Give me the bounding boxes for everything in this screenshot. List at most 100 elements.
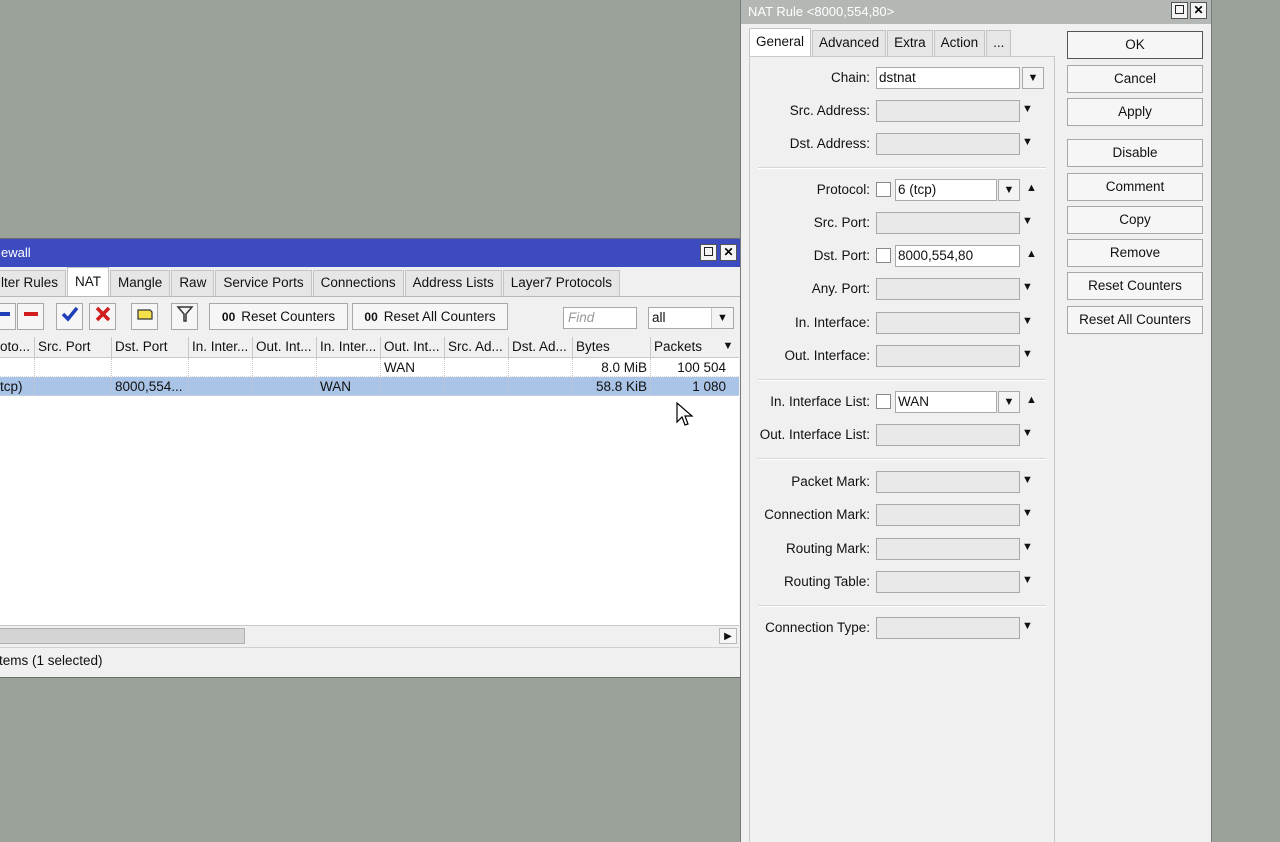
tab-filter-rules[interactable]: lter Rules [0,270,67,296]
ok-button[interactable]: OK [1067,31,1203,59]
dst-port-collapse-icon[interactable]: ▲ [1026,248,1037,260]
disable-button[interactable]: Disable [1067,139,1203,167]
any-port-input[interactable] [876,278,1020,300]
chain-dropdown-icon[interactable]: ▼ [1022,67,1044,89]
table-header: oto... Src. Port Dst. Port In. Inter... … [0,337,739,358]
add-button[interactable] [0,303,16,330]
col-header-in-interface[interactable]: In. Inter... [189,337,253,357]
table-row[interactable]: WAN 8.0 MiB 100 504 [0,358,739,377]
out-interface-list-dropdown-icon[interactable]: ▼ [1022,427,1033,439]
comment-button[interactable]: Comment [1067,173,1203,201]
src-port-dropdown-icon[interactable]: ▼ [1022,215,1033,227]
column-menu-icon[interactable]: ▼ [717,337,739,357]
col-header-bytes[interactable]: Bytes [573,337,651,357]
col-header-src-address[interactable]: Src. Ad... [445,337,509,357]
src-address-dropdown-icon[interactable]: ▼ [1022,103,1033,115]
col-header-out-interface-list[interactable]: Out. Int... [381,337,445,357]
tab-raw[interactable]: Raw [171,270,215,296]
close-icon[interactable]: ✕ [720,244,737,261]
field-connection-type: Connection Type: ▼ [750,617,1056,641]
packet-mark-dropdown-icon[interactable]: ▼ [1022,474,1033,486]
filter-select[interactable]: all ▼ [648,307,734,329]
connection-type-select[interactable] [876,617,1020,639]
tab-action[interactable]: Action [933,30,986,56]
nat-rule-titlebar[interactable]: NAT Rule <8000,554,80> ✕ [741,0,1211,24]
reset-counters-button[interactable]: Reset Counters [1067,272,1203,300]
tab-mangle[interactable]: Mangle [110,270,171,296]
routing-mark-dropdown-icon[interactable]: ▼ [1022,541,1033,553]
src-address-input[interactable] [876,100,1020,122]
connection-mark-select[interactable] [876,504,1020,526]
counter-icon: 00 [221,310,236,324]
disable-button[interactable] [89,303,116,330]
copy-button[interactable]: Copy [1067,206,1203,234]
tab-connections[interactable]: Connections [312,270,404,296]
filter-button[interactable] [171,303,198,330]
in-interface-dropdown-icon[interactable]: ▼ [1022,315,1033,327]
out-interface-list-select[interactable] [876,424,1020,446]
remove-button[interactable] [17,303,44,330]
col-header-protocol[interactable]: oto... [0,337,35,357]
in-interface-list-dropdown-icon[interactable]: ▼ [998,391,1020,413]
maximize-icon[interactable] [700,244,717,261]
col-header-in-interface-list[interactable]: In. Inter... [317,337,381,357]
tab-general[interactable]: General [749,28,812,56]
reset-all-counters-button[interactable]: 00 Reset All Counters [352,303,508,330]
routing-table-dropdown-icon[interactable]: ▼ [1022,574,1033,586]
tab-extra[interactable]: Extra [887,30,933,56]
dropdown-arrow-icon[interactable]: ▼ [711,308,733,328]
routing-table-select[interactable] [876,571,1020,593]
cancel-button[interactable]: Cancel [1067,65,1203,93]
packet-mark-select[interactable] [876,471,1020,493]
chain-select[interactable]: dstnat [876,67,1020,89]
tab-more[interactable]: ... [986,30,1012,56]
col-header-packets[interactable]: Packets [651,337,717,357]
protocol-collapse-icon[interactable]: ▲ [1026,182,1037,194]
mouse-cursor-icon [676,402,694,426]
find-input[interactable]: Find [563,307,637,329]
in-interface-list-collapse-icon[interactable]: ▲ [1026,394,1037,406]
connection-type-dropdown-icon[interactable]: ▼ [1022,620,1033,632]
remove-button[interactable]: Remove [1067,239,1203,267]
dst-address-input[interactable] [876,133,1020,155]
src-port-input[interactable] [876,212,1020,234]
col-header-dst-address[interactable]: Dst. Ad... [509,337,573,357]
reset-counters-button[interactable]: 00 Reset Counters [209,303,348,330]
horizontal-scrollbar[interactable]: ▶ [0,625,739,645]
apply-button[interactable]: Apply [1067,98,1203,126]
close-icon[interactable]: ✕ [1190,2,1207,19]
enable-button[interactable] [56,303,83,330]
field-src-port: Src. Port: ▼ [750,212,1056,236]
protocol-invert-checkbox[interactable] [876,182,891,197]
tab-advanced[interactable]: Advanced [812,30,887,56]
in-interface-list-label: In. Interface List: [770,394,870,409]
dst-port-input[interactable]: 8000,554,80 [895,245,1020,267]
scrollbar-thumb[interactable] [0,628,245,644]
dst-port-invert-checkbox[interactable] [876,248,891,263]
routing-mark-select[interactable] [876,538,1020,560]
firewall-titlebar[interactable]: ewall ✕ [0,239,743,267]
table-row-selected[interactable]: tcp) 8000,554... WAN 58.8 KiB 1 080 [0,377,739,396]
protocol-select[interactable]: 6 (tcp) [895,179,997,201]
out-interface-dropdown-icon[interactable]: ▼ [1022,348,1033,360]
nat-rule-title: NAT Rule <8000,554,80> [748,4,895,19]
tab-service-ports[interactable]: Service Ports [215,270,312,296]
in-interface-list-invert-checkbox[interactable] [876,394,891,409]
dst-address-dropdown-icon[interactable]: ▼ [1022,136,1033,148]
scroll-right-icon[interactable]: ▶ [719,628,737,644]
tab-address-lists[interactable]: Address Lists [404,270,502,296]
connection-mark-dropdown-icon[interactable]: ▼ [1022,507,1033,519]
col-header-out-interface[interactable]: Out. Int... [253,337,317,357]
tab-nat[interactable]: NAT [67,267,110,296]
tab-layer7-protocols[interactable]: Layer7 Protocols [502,270,621,296]
reset-all-counters-button[interactable]: Reset All Counters [1067,306,1203,334]
col-header-src-port[interactable]: Src. Port [35,337,112,357]
protocol-dropdown-icon[interactable]: ▼ [998,179,1020,201]
out-interface-select[interactable] [876,345,1020,367]
in-interface-list-select[interactable]: WAN [895,391,997,413]
any-port-dropdown-icon[interactable]: ▼ [1022,281,1033,293]
in-interface-select[interactable] [876,312,1020,334]
maximize-icon[interactable] [1171,2,1188,19]
comment-button[interactable] [131,303,158,330]
col-header-dst-port[interactable]: Dst. Port [112,337,189,357]
